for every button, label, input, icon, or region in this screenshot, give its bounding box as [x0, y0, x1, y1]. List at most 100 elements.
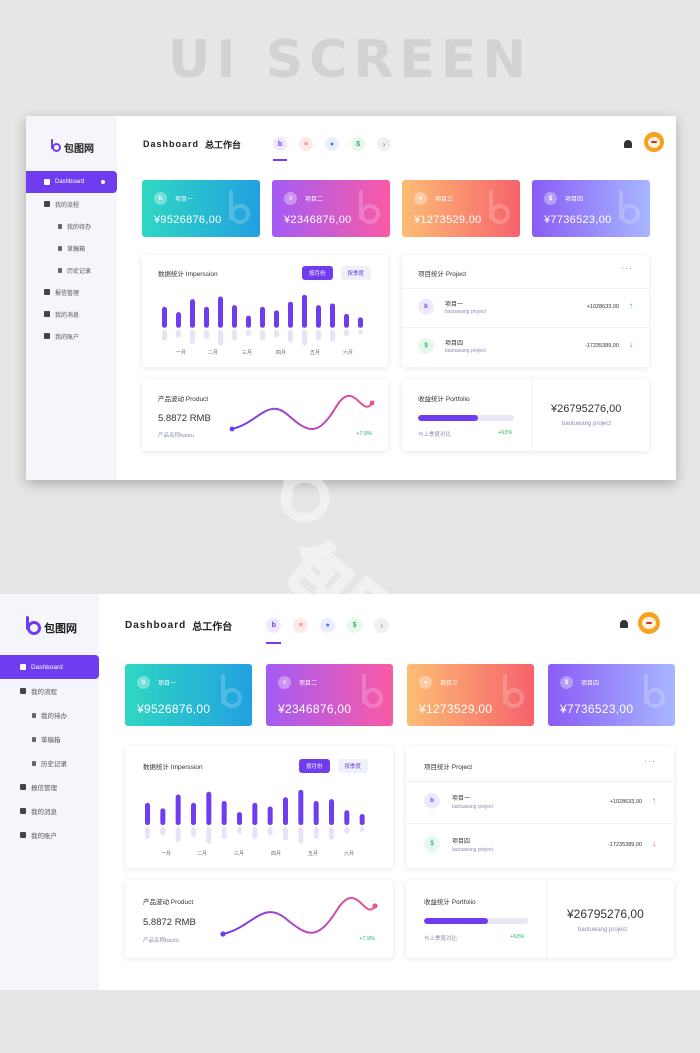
bell-icon[interactable] [624, 140, 632, 148]
stat-card[interactable]: ≡ 项目二 ¥2346876,00 [272, 180, 390, 237]
stat-cards: b 项目一 ¥9526876,00 ≡ 项目二 ¥2346876,00 ● 项目… [142, 180, 650, 237]
bar-shadow [237, 827, 242, 834]
stat-card[interactable]: ≡ 项目二 ¥2346876,00 [266, 664, 393, 726]
nav-item-history[interactable]: 历史记录 [0, 751, 99, 775]
nav-item-flow[interactable]: 我的流程 [26, 193, 117, 215]
bar-shadow [145, 827, 150, 839]
nav-item-todo[interactable]: 我的待办 [0, 703, 99, 727]
card-watermark-icon [362, 674, 383, 708]
nav-item-report[interactable]: 报信管理 [0, 775, 99, 799]
divider [546, 880, 547, 958]
card-watermark-icon [619, 190, 640, 224]
stat-card[interactable]: ● 项目三 ¥1273529,00 [407, 664, 534, 726]
tab-b-icon[interactable]: b [266, 617, 282, 633]
product-value: 5.8872 RMB [158, 413, 211, 424]
stat-card[interactable]: $ 项目四 ¥7736523,00 [532, 180, 650, 237]
nav-item-account[interactable]: 我的账户 [26, 325, 117, 347]
tab-next-icon[interactable]: › [374, 617, 390, 633]
logo[interactable]: 包图网 [26, 616, 77, 636]
panel-title: 收益统计 Portfolio [418, 396, 470, 403]
nav-item-messages[interactable]: 我的消息 [0, 799, 99, 823]
arrow-down-icon: ↓ [652, 839, 656, 848]
project-row[interactable]: $ 项目四 baotuwang project -17235389,00 ↓ [402, 327, 649, 367]
nav-item-flow[interactable]: 我的流程 [0, 679, 99, 703]
active-dot-icon [101, 180, 105, 184]
top-bar: Dashboard 总工作台 b ≡ ● $ › [99, 612, 700, 644]
logo-icon [51, 139, 61, 152]
panel-title: 项目统计 Project [418, 271, 467, 278]
by-quarter-button[interactable]: 按季度 [340, 266, 372, 280]
tab-target-icon[interactable]: ● [320, 617, 336, 633]
nav-item-drafts[interactable]: 草稿箱 [26, 237, 117, 259]
product-change: +7.9% [356, 431, 372, 437]
portfolio-panel: 收益统计 Portfolio 与上季度对比 +63% ¥26795276,00 … [402, 379, 649, 451]
project-row[interactable]: b 项目一 baotuwang project +1028633,00 ↑ [402, 288, 649, 327]
target-icon: ● [419, 676, 432, 689]
bar [260, 306, 265, 328]
impression-panel: 数据统计 Imperssion 按月份 按季度 一月 二月 三月 四月 五月 六… [142, 255, 388, 367]
project-row[interactable]: $ 项目四 baotuwang project -17235389,00 ↓ [406, 823, 674, 868]
month-label: 四月 [276, 350, 287, 356]
nav-label: 报信管理 [55, 290, 80, 297]
nav-label: 我的流程 [31, 689, 57, 696]
bar [283, 797, 288, 826]
page-subtitle: 总工作台 [205, 139, 242, 150]
tab-target-icon[interactable]: ● [325, 137, 340, 151]
stat-card[interactable]: $ 项目四 ¥7736523,00 [548, 664, 675, 726]
bar [330, 303, 335, 328]
product-wave-line [229, 394, 375, 432]
tab-money-icon[interactable]: $ [351, 137, 366, 151]
by-month-button[interactable]: 按月份 [299, 759, 330, 773]
bar-shadow [302, 329, 307, 346]
bar-shadow [313, 827, 319, 839]
stat-card[interactable]: b 项目一 ¥9526876,00 [142, 180, 260, 237]
b-icon: b [424, 793, 440, 809]
tab-next-icon[interactable]: › [377, 137, 392, 151]
nav-item-todo[interactable]: 我的待办 [26, 215, 117, 237]
bar [288, 301, 293, 328]
tab-database-icon[interactable]: ≡ [293, 617, 309, 633]
more-icon[interactable]: ··· [621, 263, 633, 273]
money-bag-icon: $ [424, 836, 440, 852]
message-icon [44, 311, 50, 317]
product-sub: 产品名称baotu [143, 938, 179, 944]
tab-money-icon[interactable]: $ [347, 617, 363, 633]
nav-item-history[interactable]: 历史记录 [26, 259, 117, 281]
history-icon [32, 760, 36, 766]
stat-card[interactable]: ● 项目三 ¥1273529,00 [402, 180, 520, 237]
tab-active-indicator [266, 641, 282, 644]
nav-item-dashboard[interactable]: Dashboard [26, 171, 117, 193]
tab-b-icon[interactable]: b [273, 137, 288, 151]
card-watermark-icon [503, 674, 524, 708]
by-month-button[interactable]: 按月份 [302, 266, 333, 280]
project-row[interactable]: b 项目一 baotuwang project +1028633,00 ↑ [406, 781, 674, 823]
card-name: 项目四 [581, 681, 600, 687]
logo[interactable]: 包图网 [51, 139, 94, 155]
bar-chart [139, 788, 379, 852]
tab-database-icon[interactable]: ≡ [299, 137, 314, 151]
period-toggle: 按月份 按季度 [299, 759, 369, 773]
b-icon: b [154, 192, 167, 205]
stat-card[interactable]: b 项目一 ¥9526876,00 [125, 664, 252, 726]
bar-chart-svg [145, 789, 365, 844]
todo-icon [32, 712, 36, 718]
by-quarter-button[interactable]: 按季度 [337, 759, 369, 773]
nav-menu: Dashboard 我的流程 我的待办 草稿箱 历史记录 报信管理 我的消息 我… [26, 171, 117, 347]
nav-item-account[interactable]: 我的账户 [0, 823, 99, 847]
b-icon: b [137, 676, 150, 689]
more-icon[interactable]: ··· [644, 756, 656, 766]
avatar[interactable] [638, 612, 660, 634]
nav-item-drafts[interactable]: 草稿箱 [0, 727, 99, 751]
bell-icon[interactable] [620, 620, 628, 628]
history-icon [58, 267, 62, 273]
bar-shadow [190, 329, 195, 344]
nav-item-messages[interactable]: 我的消息 [26, 303, 117, 325]
logo-icon [26, 616, 41, 635]
nav-item-report[interactable]: 报信管理 [26, 281, 117, 303]
month-label: 六月 [344, 851, 355, 857]
avatar[interactable] [644, 132, 664, 152]
project-value: +1028633,00 [609, 799, 642, 805]
nav-item-dashboard[interactable]: Dashboard [0, 655, 99, 679]
bar [344, 313, 349, 328]
report-icon [44, 289, 50, 295]
